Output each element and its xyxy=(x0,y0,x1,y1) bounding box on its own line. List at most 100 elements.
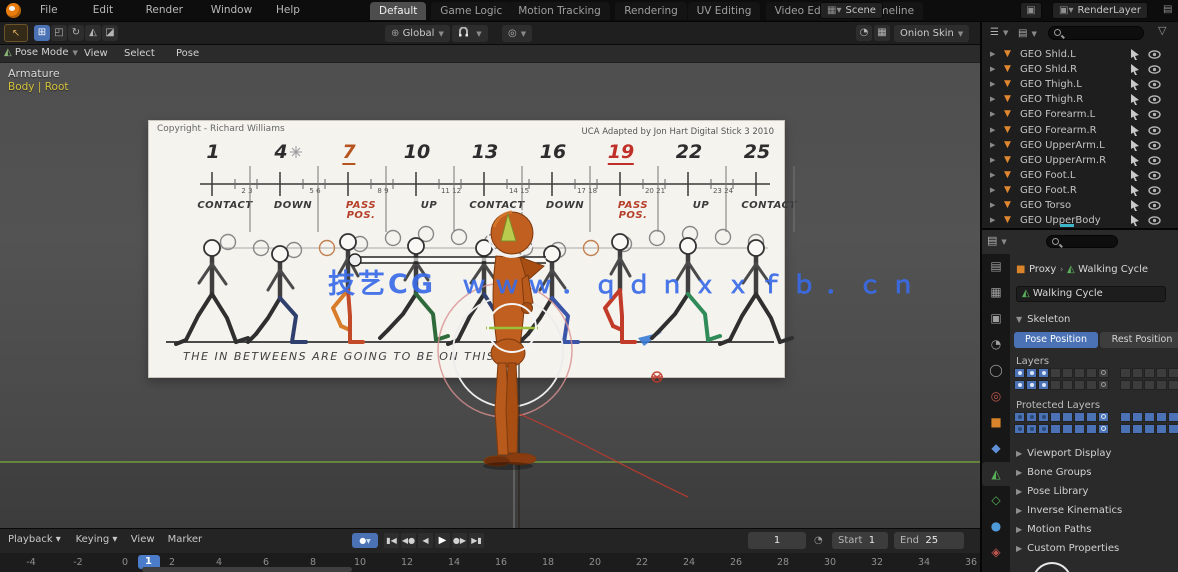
overlay-toggle-icon[interactable]: ◔ xyxy=(856,25,872,41)
layer-cell[interactable] xyxy=(1098,412,1109,422)
panel-custom-properties[interactable]: ▶ Custom Properties xyxy=(1016,543,1119,554)
jump-to-start-button[interactable]: ▮◀ xyxy=(384,533,399,548)
layer-cell[interactable] xyxy=(1086,380,1097,390)
previous-keyframe-button[interactable]: ◀● xyxy=(401,533,416,548)
outliner-filter-icon[interactable]: ☰ ▼ xyxy=(990,27,1008,38)
outliner-row[interactable]: ▶ ▼ GEO Foot.R xyxy=(982,183,1178,198)
window-icon[interactable]: ▣ xyxy=(1020,2,1042,19)
expand-icon[interactable]: ▶ xyxy=(990,198,995,213)
layer-cell[interactable] xyxy=(1086,368,1097,378)
object-name[interactable]: GEO Forearm.L xyxy=(1020,107,1095,122)
properties-tab-constraints[interactable]: ● xyxy=(982,514,1010,538)
outliner-row[interactable]: ▶ ▼ GEO Foot.L xyxy=(982,168,1178,183)
scene-selector[interactable]: ▦▾ Scene xyxy=(820,2,883,19)
timeline-menu-view[interactable]: View xyxy=(131,534,155,545)
layer-cell[interactable] xyxy=(1038,412,1049,422)
properties-tab-view-layer[interactable]: ◔ xyxy=(982,332,1010,356)
outliner-filter-funnel-icon[interactable]: ▽ xyxy=(1158,24,1166,37)
outliner-row[interactable]: ▶ ▼ GEO Thigh.R xyxy=(982,92,1178,107)
timeline-menu-marker[interactable]: Marker xyxy=(168,534,203,545)
layer-cell[interactable] xyxy=(1026,412,1037,422)
panel-motion-paths[interactable]: ▶ Motion Paths xyxy=(1016,524,1091,535)
layer-cell[interactable] xyxy=(1062,368,1073,378)
workspace-tab-motion-tracking[interactable]: Motion Tracking xyxy=(509,2,610,20)
outliner-row[interactable]: ▶ ▼ GEO UpperBody xyxy=(982,213,1178,228)
menu-help[interactable]: Help xyxy=(276,4,300,16)
object-name[interactable]: GEO Shld.L xyxy=(1020,47,1076,62)
layer-cell[interactable] xyxy=(1120,412,1131,422)
pin-icon[interactable]: ▤ xyxy=(1163,4,1172,15)
visibility-icon[interactable] xyxy=(1148,79,1161,90)
expand-icon[interactable]: ▶ xyxy=(990,153,995,168)
selectable-icon[interactable] xyxy=(1130,124,1141,136)
expand-icon[interactable]: ▶ xyxy=(990,213,995,228)
proportional-editing-dropdown[interactable]: ◎ ▼ xyxy=(502,25,533,42)
armature-name-field[interactable]: ◭ Walking Cycle xyxy=(1016,286,1166,302)
expand-icon[interactable]: ▶ xyxy=(990,168,995,183)
next-keyframe-button[interactable]: ●▶ xyxy=(452,533,467,548)
selectable-icon[interactable] xyxy=(1130,215,1141,227)
viewport-menu-pose[interactable]: Pose xyxy=(176,48,199,59)
layer-cell[interactable] xyxy=(1038,368,1049,378)
layer-cell[interactable] xyxy=(1038,380,1049,390)
object-name[interactable]: GEO UpperArm.L xyxy=(1020,138,1105,153)
transform-orientation-dropdown[interactable]: ⊕ Global ▼ xyxy=(385,25,450,42)
layer-cell[interactable] xyxy=(1086,412,1097,422)
layer-cell[interactable] xyxy=(1132,412,1143,422)
outliner-row[interactable]: ▶ ▼ GEO Thigh.L xyxy=(982,77,1178,92)
tool-button-1[interactable]: ◰ xyxy=(51,25,67,41)
visibility-icon[interactable] xyxy=(1148,170,1161,181)
expand-icon[interactable]: ▶ xyxy=(990,92,995,107)
selectable-icon[interactable] xyxy=(1130,200,1141,211)
timeline-menu-keying[interactable]: Keying ▾ xyxy=(76,534,118,545)
expand-icon[interactable]: ▶ xyxy=(990,183,995,198)
layer-cell[interactable] xyxy=(1062,424,1073,434)
layer-cell[interactable] xyxy=(1132,380,1143,390)
layer-cell[interactable] xyxy=(1062,380,1073,390)
tool-button-0[interactable]: ⊞ xyxy=(34,25,50,41)
object-name[interactable]: GEO Foot.R xyxy=(1020,183,1077,198)
object-name[interactable]: GEO Torso xyxy=(1020,198,1071,213)
layer-cell[interactable] xyxy=(1014,424,1025,434)
properties-editor-icon[interactable]: ▤ ▼ xyxy=(987,234,1007,247)
layer-cell[interactable] xyxy=(1014,412,1025,422)
menu-edit[interactable]: Edit xyxy=(93,4,113,16)
layer-cell[interactable] xyxy=(1050,368,1061,378)
visibility-icon[interactable] xyxy=(1148,109,1161,120)
outliner-row[interactable]: ▶ ▼ GEO Forearm.L xyxy=(982,107,1178,122)
selectable-icon[interactable] xyxy=(1130,64,1141,76)
visibility-icon[interactable] xyxy=(1148,64,1161,75)
blender-logo-icon[interactable] xyxy=(6,3,21,18)
tool-button-4[interactable]: ◪ xyxy=(102,25,118,41)
onion-skin-dropdown[interactable]: Onion Skin ▼ xyxy=(894,25,970,42)
frame-start-field[interactable]: Start 1 xyxy=(832,532,888,549)
layer-cell[interactable] xyxy=(1144,380,1155,390)
visibility-icon[interactable] xyxy=(1148,155,1161,166)
mode-dropdown[interactable]: ◭ Pose Mode ▼ xyxy=(4,47,78,61)
expand-icon[interactable]: ▶ xyxy=(990,107,995,122)
viewport-menu-select[interactable]: Select xyxy=(124,48,155,59)
visibility-icon[interactable] xyxy=(1148,94,1161,105)
layer-cell[interactable] xyxy=(1156,424,1167,434)
layer-cell[interactable] xyxy=(1168,424,1178,434)
play-button[interactable]: ▶ xyxy=(435,533,450,548)
layer-cell[interactable] xyxy=(1156,412,1167,422)
object-name[interactable]: GEO Foot.L xyxy=(1020,168,1075,183)
selectable-icon[interactable] xyxy=(1130,109,1141,121)
timeline-scrollbar[interactable] xyxy=(142,567,352,572)
properties-tab-object[interactable]: ■ xyxy=(982,410,1010,434)
selectable-icon[interactable] xyxy=(1130,169,1141,181)
properties-tab-modifiers[interactable]: ◆ xyxy=(982,436,1010,460)
layer-cell[interactable] xyxy=(1026,368,1037,378)
layer-cell[interactable] xyxy=(1168,412,1178,422)
skeleton-panel-header[interactable]: ▼ Skeleton xyxy=(1016,314,1070,325)
play-reverse-button[interactable]: ◀ xyxy=(418,533,433,548)
expand-icon[interactable]: ▶ xyxy=(990,77,995,92)
expand-icon[interactable]: ▶ xyxy=(990,47,995,62)
properties-tab-physics[interactable]: ◎ xyxy=(982,384,1010,408)
properties-tab-bone[interactable]: ◇ xyxy=(982,488,1010,512)
selectable-icon[interactable] xyxy=(1130,49,1141,60)
jump-to-end-button[interactable]: ▶▮ xyxy=(469,533,484,548)
layer-cell[interactable] xyxy=(1132,424,1143,434)
outliner-row[interactable]: ▶ ▼ GEO UpperArm.R xyxy=(982,153,1178,168)
